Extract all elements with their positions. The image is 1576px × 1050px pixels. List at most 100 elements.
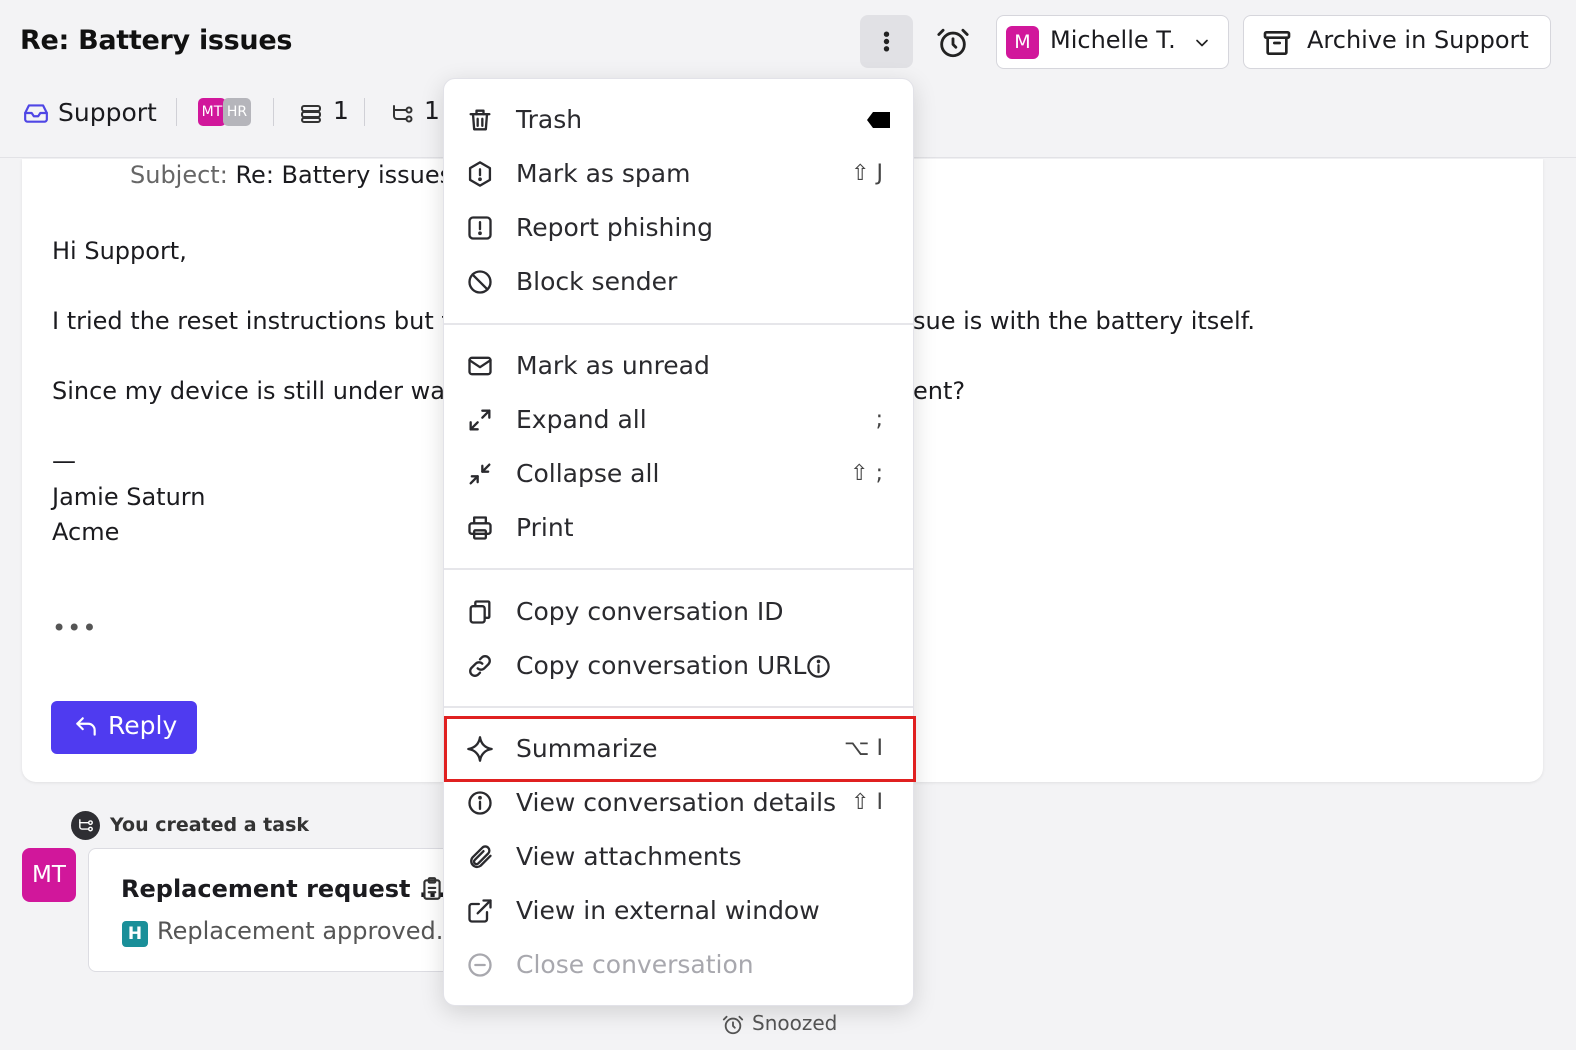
task-branch-icon: [77, 817, 94, 834]
link-icon: [466, 652, 494, 680]
task-event-icon: [71, 811, 100, 840]
menu-item-shortcut: ⇧ I: [851, 790, 883, 815]
snoozed-label: Snoozed: [752, 1011, 838, 1035]
task-note: Replacement approved.: [157, 917, 444, 945]
collapse-arrows-icon: [466, 460, 494, 488]
menu-item-label: View in external window: [516, 896, 820, 925]
menu-item-copy-conversation-id[interactable]: Copy conversation ID: [444, 587, 913, 637]
printer-icon: [466, 514, 494, 542]
show-quoted-text-button[interactable]: •••: [52, 614, 97, 642]
menu-item-label: Copy conversation ID: [516, 597, 784, 626]
task-event-text: You created a task: [110, 814, 310, 836]
menu-item-label: Trash: [516, 105, 583, 134]
email-subject: Subject: Re: Battery issues: [130, 161, 452, 189]
linked-conversations-count: 1: [333, 96, 349, 125]
signature-company: Acme: [52, 518, 120, 546]
menu-item-block-sender[interactable]: Block sender: [444, 257, 913, 307]
more-vertical-icon: [874, 29, 899, 54]
menu-item-expand-all[interactable]: Expand all ;: [444, 395, 913, 445]
inbox-label: Support: [58, 98, 157, 127]
minus-circle-icon: [466, 951, 494, 979]
expand-arrows-icon: [466, 406, 494, 434]
assignee-avatar: M: [1006, 26, 1039, 59]
task-status-badge: H: [122, 921, 148, 947]
archive-icon: [1261, 27, 1293, 59]
menu-item-label: Print: [516, 513, 574, 542]
reply-button-label: Reply: [108, 711, 178, 740]
menu-divider: [444, 568, 913, 570]
task-title: Replacement request ...: [121, 875, 447, 903]
menu-item-label: Collapse all: [516, 459, 660, 488]
task-branch-icon: [388, 102, 416, 126]
email-body-line: I tried the reset instructions but th: [52, 307, 466, 335]
menu-item-view-conversation-details[interactable]: View conversation details ⇧ I: [444, 778, 913, 828]
alarm-clock-icon: [722, 1014, 744, 1036]
page-title: Re: Battery issues: [20, 25, 293, 56]
menu-item-mark-spam[interactable]: Mark as spam ⇧ J: [444, 149, 913, 199]
menu-item-view-attachments[interactable]: View attachments: [444, 832, 913, 882]
chevron-down-icon: [1192, 33, 1212, 53]
assignee-name: Michelle T.: [1050, 26, 1176, 54]
spam-hexagon-icon: [466, 160, 494, 188]
menu-item-shortcut: ⇧ J: [851, 161, 883, 186]
subject-value: Re: Battery issues: [235, 161, 453, 189]
email-body-line: sue is with the battery itself.: [913, 307, 1256, 335]
inbox-chip[interactable]: Support: [22, 96, 182, 130]
menu-item-view-external-window[interactable]: View in external window: [444, 886, 913, 936]
copy-icon: [466, 598, 494, 626]
alarm-clock-icon: [936, 26, 970, 60]
menu-item-label: Close conversation: [516, 950, 754, 979]
info-icon: [466, 789, 494, 817]
tasks-count: 1: [424, 96, 440, 125]
menu-item-label: Mark as unread: [516, 351, 710, 380]
menu-divider: [444, 706, 913, 708]
menu-item-label: View conversation details: [516, 788, 837, 817]
paperclip-icon: [466, 843, 494, 871]
signature-name: Jamie Saturn: [52, 483, 206, 511]
email-body-line: ent?: [913, 377, 966, 405]
avatar-hr[interactable]: HR: [223, 98, 251, 126]
avatar: MT: [22, 848, 76, 902]
archive-button-label: Archive in Support: [1307, 26, 1529, 54]
envelope-icon: [466, 352, 494, 380]
menu-item-report-phishing[interactable]: Report phishing: [444, 203, 913, 253]
menu-item-label: View attachments: [516, 842, 742, 871]
email-greeting: Hi Support,: [52, 237, 187, 265]
avatar-mt[interactable]: MT: [198, 98, 226, 126]
alert-square-icon: [466, 214, 494, 242]
menu-item-copy-conversation-url[interactable]: Copy conversation URL: [444, 641, 913, 691]
backspace-key-icon: [865, 109, 893, 131]
stack-icon: [297, 102, 325, 126]
info-icon[interactable]: [805, 653, 832, 680]
divider: [364, 98, 365, 126]
trash-icon: [466, 106, 494, 134]
reply-button[interactable]: Reply: [51, 701, 197, 754]
archive-button[interactable]: Archive in Support: [1243, 15, 1551, 69]
highlight-box: [444, 716, 916, 782]
divider: [176, 98, 177, 126]
clipboard-icon: [419, 875, 445, 903]
block-icon: [466, 268, 494, 296]
menu-item-close-conversation: Close conversation: [444, 940, 913, 990]
subject-key: Subject:: [130, 161, 228, 189]
signature-dash: —: [52, 447, 76, 475]
menu-item-collapse-all[interactable]: Collapse all ⇧ ;: [444, 449, 913, 499]
menu-item-trash[interactable]: Trash: [444, 95, 913, 145]
conversation-actions-menu: Trash Mark as spam ⇧ J Report phishing B…: [443, 78, 916, 1006]
menu-item-shortcut: ;: [875, 407, 883, 432]
inbox-icon: [22, 100, 50, 126]
menu-item-print[interactable]: Print: [444, 503, 913, 553]
divider: [273, 98, 274, 126]
assignee-dropdown[interactable]: M Michelle T.: [996, 15, 1229, 69]
menu-item-label: Copy conversation URL: [516, 651, 807, 680]
menu-item-label: Report phishing: [516, 213, 714, 242]
menu-item-label: Mark as spam: [516, 159, 691, 188]
menu-item-shortcut: ⇧ ;: [850, 461, 883, 486]
reply-arrow-icon: [73, 714, 99, 740]
menu-item-label: Expand all: [516, 405, 647, 434]
snooze-button[interactable]: [932, 22, 974, 64]
more-options-button[interactable]: [860, 15, 913, 68]
task-card[interactable]: Replacement request ... H Replacement ap…: [88, 848, 488, 972]
email-body-line: Since my device is still under war: [52, 377, 455, 405]
menu-item-mark-unread[interactable]: Mark as unread: [444, 341, 913, 391]
